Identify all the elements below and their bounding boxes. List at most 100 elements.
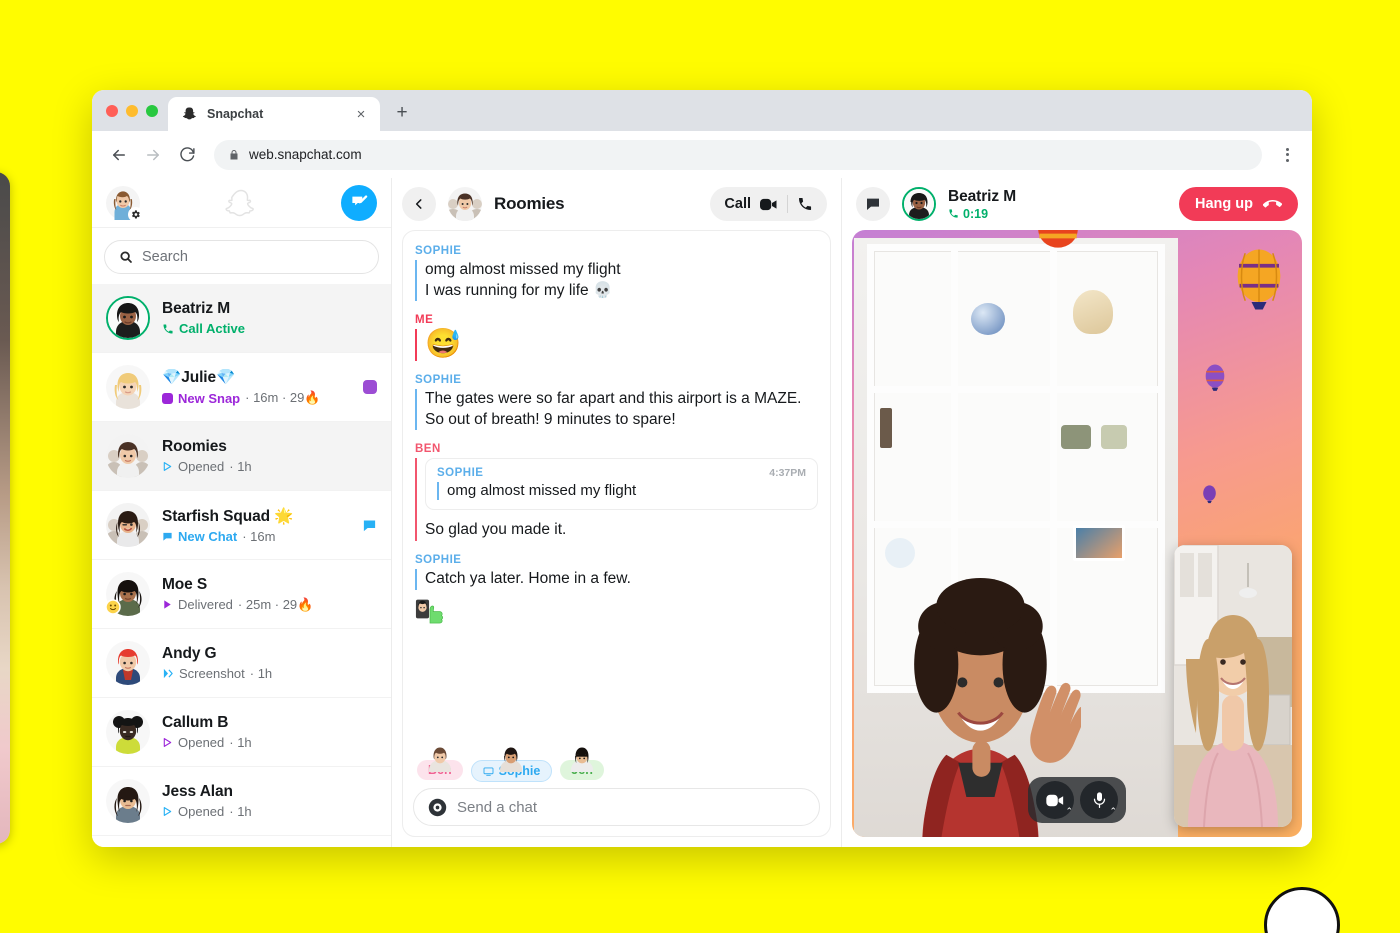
video-call-panel: Beatriz M 0:19 Hang up ⌃ ⌃ <box>842 178 1312 847</box>
conversation-item-jess-alan[interactable]: Jess Alan Opened · 1h <box>92 767 391 836</box>
message-body: 😅 <box>415 328 818 362</box>
gear-icon[interactable] <box>128 206 143 222</box>
conversation-text: Jess Alan Opened · 1h <box>162 783 377 819</box>
conversation-item-starfish-squad[interactable]: Starfish Squad 🌟 New Chat · 16m <box>92 491 391 560</box>
close-icon[interactable]: × <box>352 105 370 123</box>
reload-icon[interactable] <box>172 140 202 170</box>
snapchat-ghost-icon <box>182 107 196 120</box>
conversation-status-text: Delivered <box>178 597 233 612</box>
conversation-item-moe-s[interactable]: Moe S Delivered · 25m · 29🔥 <box>92 560 391 629</box>
conversation-name: Andy G <box>162 645 217 662</box>
conversation-name: Roomies <box>162 438 227 455</box>
message-author: SOPHIE <box>415 374 462 387</box>
chat-input[interactable]: Send a chat <box>413 788 820 826</box>
call-timer: 0:19 <box>948 207 1167 221</box>
chevron-up-icon[interactable]: ⌃ <box>1065 807 1073 816</box>
conversation-status: Opened · 1h <box>162 804 377 819</box>
conversation-name: 💎Julie💎 <box>162 369 236 386</box>
browser-tab[interactable]: Snapchat × <box>168 97 380 131</box>
conversation-list[interactable]: Beatriz M Call Active 💎Julie💎 New Snap ·… <box>92 284 391 847</box>
opened-chat-icon <box>163 462 172 471</box>
participant-chip-sophie[interactable]: Sophie <box>470 744 553 782</box>
phone-icon[interactable] <box>797 196 813 212</box>
hang-up-button[interactable]: Hang up <box>1179 187 1298 221</box>
call-header: Beatriz M 0:19 Hang up <box>842 178 1312 230</box>
avatar <box>106 641 150 685</box>
browser-toolbar: web.snapchat.com <box>92 131 1312 178</box>
chat-input-placeholder: Send a chat <box>457 798 538 816</box>
conversation-meta: · 1h <box>229 804 252 819</box>
conversation-item-beatriz-m[interactable]: Beatriz M Call Active <box>92 284 391 353</box>
conversation-name: Jess Alan <box>162 783 233 800</box>
message-line: So out of breath! 9 minutes to spare! <box>425 410 676 428</box>
camera-icon[interactable] <box>428 798 447 817</box>
kebab-menu-icon[interactable] <box>1274 142 1300 168</box>
main-video-feed <box>854 238 1178 837</box>
mic-toggle-button[interactable]: ⌃ <box>1080 781 1118 819</box>
new-tab-button[interactable]: + <box>388 99 416 127</box>
conversation-item-julie[interactable]: 💎Julie💎 New Snap · 16m · 29🔥 <box>92 353 391 422</box>
message-emoji: 😅 <box>425 328 462 361</box>
conversation-status-text: Opened <box>178 459 225 474</box>
conversation-status: Call Active <box>162 321 377 336</box>
participant-chip-ben[interactable]: Ben <box>417 744 463 782</box>
avatar <box>571 747 594 772</box>
message-author: BEN <box>415 443 441 456</box>
forward-icon[interactable] <box>138 140 168 170</box>
message-list[interactable]: SOPHIE omg almost missed my flight I was… <box>403 231 830 736</box>
unread-chat-badge <box>363 520 376 531</box>
back-button[interactable] <box>402 187 436 221</box>
chat-avatar[interactable] <box>448 187 482 221</box>
unread-snap-badge <box>363 380 377 394</box>
conversation-status: New Snap · 16m · 29🔥 <box>162 390 351 406</box>
video-toggle-button[interactable]: ⌃ <box>1036 781 1074 819</box>
conversation-item-callum-b[interactable]: Callum B Opened · 1h <box>92 698 391 767</box>
quoted-message[interactable]: SOPHIE 4:37PM omg almost missed my fligh… <box>425 458 818 511</box>
message-line: omg almost missed my flight <box>425 261 621 278</box>
minimize-window-button[interactable] <box>126 104 138 117</box>
video-stage[interactable]: ⌃ ⌃ <box>852 230 1302 837</box>
back-icon[interactable] <box>104 140 134 170</box>
conversation-name: Starfish Squad 🌟 <box>162 507 294 525</box>
conversation-status-text: Screenshot <box>179 666 245 681</box>
call-controls: Call <box>710 187 827 221</box>
window-traffic-lights <box>102 90 168 131</box>
video-camera-icon[interactable] <box>760 198 778 211</box>
conversation-item-roomies[interactable]: Roomies Opened · 1h <box>92 422 391 491</box>
message-line: So glad you made it. <box>425 521 567 539</box>
message-body: SOPHIE 4:37PM omg almost missed my fligh… <box>415 458 818 541</box>
quote-text: omg almost missed my flight <box>447 482 637 500</box>
microphone-icon <box>1093 791 1105 808</box>
chevron-up-icon[interactable]: ⌃ <box>1109 807 1117 816</box>
main-video-person <box>914 577 1081 837</box>
profile-avatar-button[interactable] <box>106 185 143 222</box>
quote-header: SOPHIE 4:37PM <box>437 467 806 479</box>
call-participant-info: Beatriz M 0:19 <box>948 188 1167 221</box>
close-window-button[interactable] <box>106 104 118 117</box>
message-author: SOPHIE <box>415 553 462 566</box>
snap-square-icon <box>162 392 173 404</box>
conversation-text: 💎Julie💎 New Snap · 16m · 29🔥 <box>162 368 351 406</box>
avatar <box>106 365 150 409</box>
search-input[interactable]: Search <box>104 240 379 274</box>
conversation-item-andy-g[interactable]: Andy G Screenshot · 1h <box>92 629 391 698</box>
call-timer-text: 0:19 <box>963 206 989 221</box>
chat-header: Roomies Call <box>392 178 841 230</box>
maximize-window-button[interactable] <box>146 104 158 117</box>
address-bar[interactable]: web.snapchat.com <box>214 139 1262 170</box>
conversation-name: Beatriz M <box>162 300 231 317</box>
call-control-bar: ⌃ ⌃ <box>1028 777 1126 823</box>
chat-footer: Ben Sophie <box>403 736 830 836</box>
participant-chip-jen[interactable]: Jen <box>560 744 604 782</box>
search-container: Search <box>92 228 391 284</box>
open-chat-button[interactable] <box>856 187 890 221</box>
new-chat-button[interactable] <box>341 184 377 221</box>
conversation-text: Andy G Screenshot · 1h <box>162 645 377 681</box>
sidebar: Search Beatriz M Call Active 💎Julie💎 New… <box>92 178 392 847</box>
snapchat-ghost-logo <box>224 189 254 216</box>
balloon-medium <box>1205 364 1224 391</box>
self-view-video[interactable] <box>1174 545 1292 827</box>
conversation-text: Starfish Squad 🌟 New Chat · 16m <box>162 507 350 544</box>
conversation-status-text: New Chat <box>178 528 238 544</box>
message-group: SOPHIE Catch ya later. Home in a few. <box>415 554 818 629</box>
